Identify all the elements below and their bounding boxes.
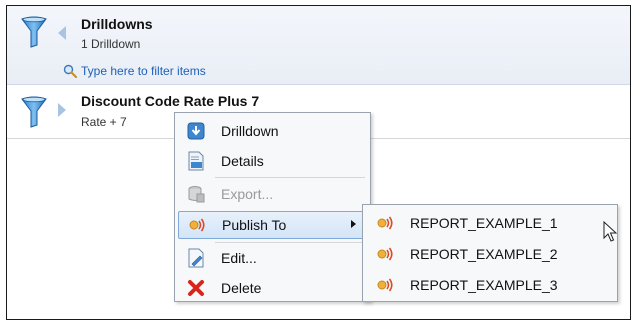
menu-label-drilldown: Drilldown <box>221 123 279 139</box>
publish-icon <box>374 244 396 264</box>
submenu-item-report-3[interactable]: REPORT_EXAMPLE_3 <box>366 271 614 299</box>
search-icon <box>63 64 77 78</box>
header-subtitle: 1 Drilldown <box>81 37 141 51</box>
publish-icon <box>374 275 396 295</box>
publish-icon <box>374 213 396 233</box>
menu-label-edit: Edit... <box>221 250 257 266</box>
item-subtitle: Rate + 7 <box>81 115 127 129</box>
drilldowns-header: Drilldowns 1 Drilldown Type here to filt… <box>7 6 630 85</box>
details-document-icon <box>185 151 207 171</box>
menu-separator <box>215 177 365 178</box>
export-icon <box>185 184 207 204</box>
menu-label-delete: Delete <box>221 280 262 296</box>
submenu-arrow-icon <box>351 220 356 228</box>
menu-separator <box>215 242 365 243</box>
menu-label-publish-to: Publish To <box>222 217 287 233</box>
menu-item-details[interactable]: Details <box>178 147 367 175</box>
delete-x-icon <box>185 278 207 298</box>
funnel-icon <box>21 96 47 128</box>
menu-item-drilldown[interactable]: Drilldown <box>178 117 367 145</box>
edit-document-icon <box>185 248 207 268</box>
menu-item-publish-to[interactable]: Publish To <box>178 211 367 239</box>
funnel-icon <box>21 16 47 48</box>
menu-item-export[interactable]: Export... <box>178 180 367 208</box>
submenu-label: REPORT_EXAMPLE_3 <box>410 277 558 293</box>
menu-label-details: Details <box>221 153 264 169</box>
mouse-cursor-icon <box>603 221 617 242</box>
submenu-label: REPORT_EXAMPLE_2 <box>410 246 558 262</box>
publish-icon <box>186 215 208 235</box>
submenu-item-report-1[interactable]: REPORT_EXAMPLE_1 <box>366 209 614 237</box>
menu-label-export: Export... <box>221 186 274 202</box>
submenu-label: REPORT_EXAMPLE_1 <box>410 215 558 231</box>
publish-submenu: REPORT_EXAMPLE_1 REPORT_EXAMPLE_2 REPORT… <box>362 204 618 302</box>
header-title: Drilldowns <box>81 16 153 32</box>
context-menu: Drilldown Details Export... Publish To E… <box>174 112 371 302</box>
drilldown-arrow-icon <box>185 121 207 141</box>
menu-item-edit[interactable]: Edit... <box>178 244 367 272</box>
collapse-triangle-icon[interactable] <box>57 25 67 41</box>
expand-triangle-icon[interactable] <box>57 102 67 118</box>
menu-item-delete[interactable]: Delete <box>178 274 367 302</box>
filter-placeholder: Type here to filter items <box>81 64 206 78</box>
item-title: Discount Code Rate Plus 7 <box>81 93 260 109</box>
filter-input[interactable]: Type here to filter items <box>63 64 206 78</box>
submenu-item-report-2[interactable]: REPORT_EXAMPLE_2 <box>366 240 614 268</box>
